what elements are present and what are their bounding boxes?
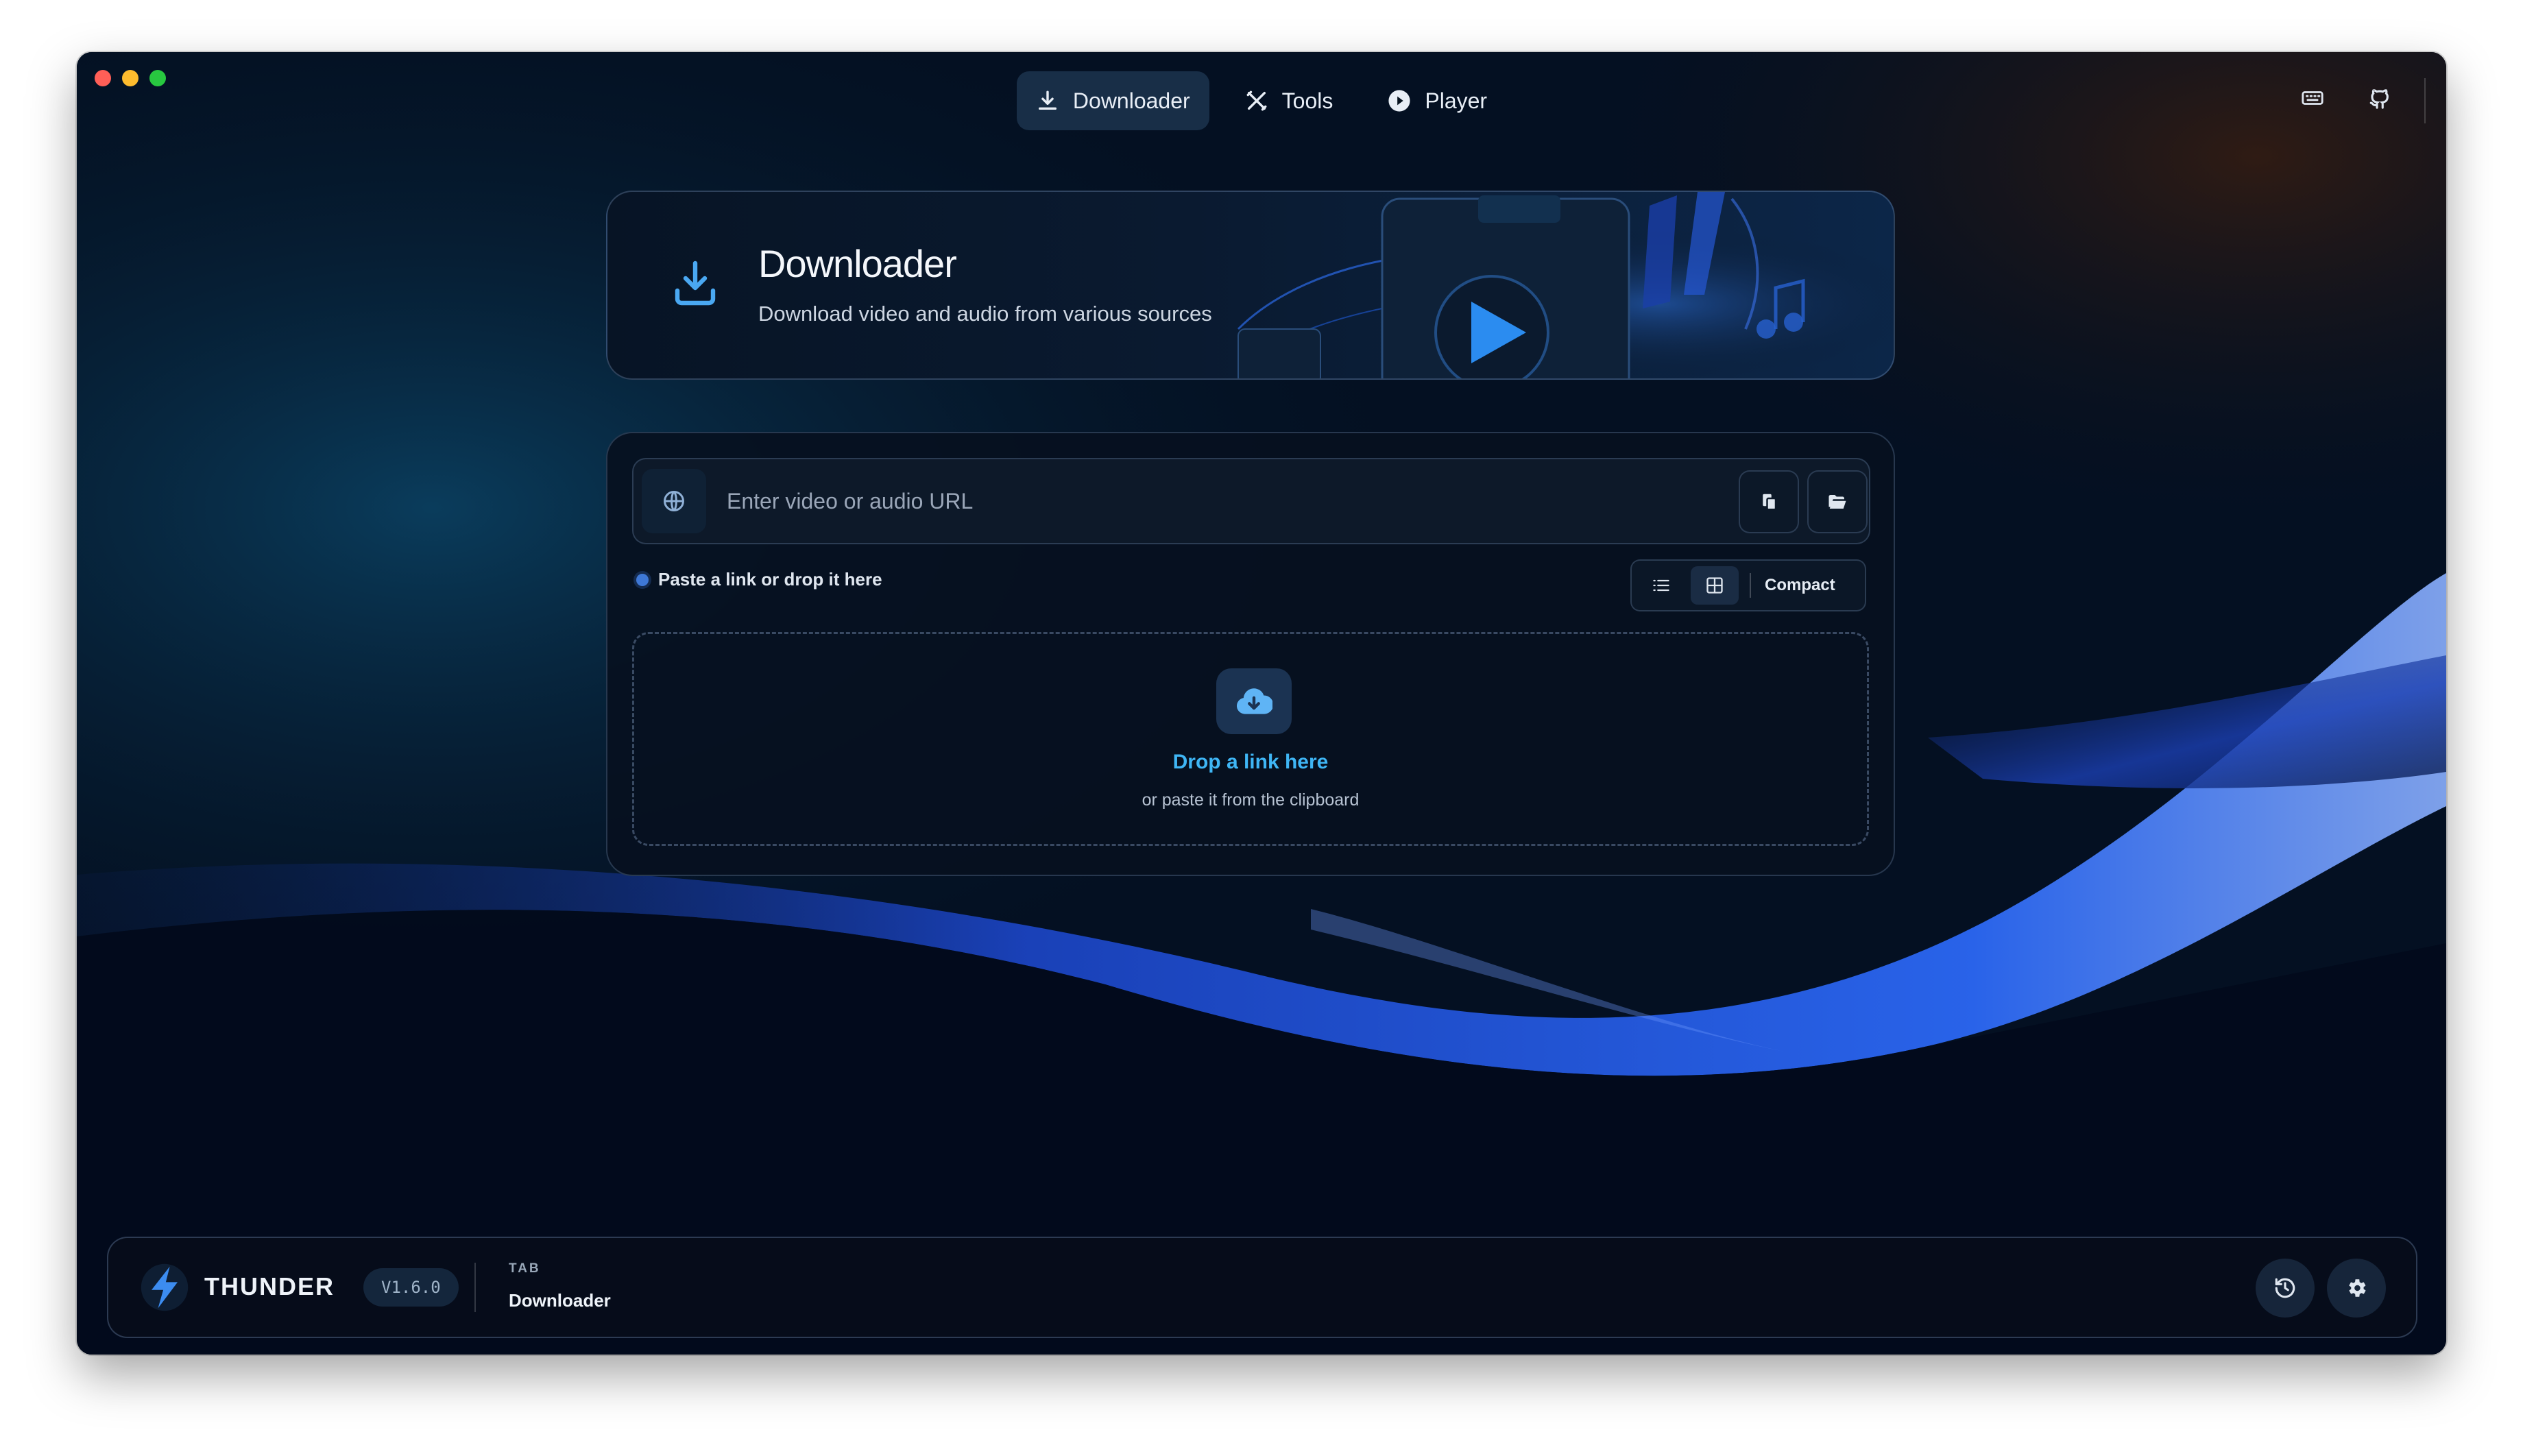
tools-icon xyxy=(1246,90,1267,111)
downloader-hero-card: Downloader Download video and audio from… xyxy=(606,191,1895,380)
history-button[interactable] xyxy=(2256,1259,2315,1318)
paste-button[interactable] xyxy=(1739,470,1799,533)
top-navigation: Downloader Tools Player xyxy=(77,71,2446,130)
tab-downloader-label: Downloader xyxy=(1072,88,1190,113)
paste-hint-text: Paste a link or drop it here xyxy=(658,569,882,590)
tab-player-label: Player xyxy=(1425,88,1488,113)
play-circle-icon xyxy=(1388,90,1410,112)
current-tab-caption: TAB xyxy=(509,1261,541,1276)
view-toggle-divider xyxy=(1750,573,1751,598)
tab-player[interactable]: Player xyxy=(1368,71,1506,130)
grid-view-button[interactable] xyxy=(1691,566,1739,605)
status-dot xyxy=(636,573,649,586)
list-view-button[interactable] xyxy=(1637,566,1685,605)
compact-toggle[interactable]: Compact xyxy=(1765,576,1835,595)
current-tab-name: Downloader xyxy=(509,1290,611,1311)
drop-zone[interactable]: Drop a link here or paste it from the cl… xyxy=(632,632,1869,846)
globe-icon-container xyxy=(642,469,706,533)
list-view-icon xyxy=(1653,579,1669,592)
url-bar xyxy=(632,458,1870,544)
url-input[interactable] xyxy=(727,459,1687,543)
globe-icon xyxy=(664,491,684,511)
top-right-actions xyxy=(2301,86,2391,110)
tab-downloader[interactable]: Downloader xyxy=(1016,71,1209,130)
thunder-logo-icon xyxy=(141,1263,189,1311)
downloader-panel: Paste a link or drop it here Compact Dro… xyxy=(606,432,1895,876)
view-toggle: Compact xyxy=(1630,559,1866,611)
history-icon xyxy=(2275,1278,2295,1298)
version-badge: V1.6.0 xyxy=(363,1268,459,1307)
folder-open-icon xyxy=(1828,495,1846,509)
hero-download-icon xyxy=(675,260,716,306)
settings-button[interactable] xyxy=(2327,1259,2386,1318)
status-footer: THUNDER V1.6.0 TAB Downloader xyxy=(107,1237,2417,1338)
paste-hint: Paste a link or drop it here xyxy=(636,569,882,590)
download-icon xyxy=(1038,90,1057,110)
gear-icon xyxy=(2349,1279,2366,1297)
hero-subtitle: Download video and audio from various so… xyxy=(758,302,1212,326)
drop-zone-subtitle: or paste it from the clipboard xyxy=(1142,790,1360,810)
app-window: Downloader Tools Player Downloader Downl… xyxy=(77,52,2446,1355)
github-icon[interactable] xyxy=(2368,86,2391,110)
top-right-divider xyxy=(2424,78,2426,123)
tab-tools[interactable]: Tools xyxy=(1226,71,1353,130)
grid-view-icon xyxy=(1706,577,1723,594)
open-folder-button[interactable] xyxy=(1807,470,1868,533)
cloud-download-icon-container xyxy=(1216,668,1292,734)
footer-divider xyxy=(474,1263,476,1312)
brand-name: THUNDER xyxy=(204,1272,335,1300)
drop-zone-title: Drop a link here xyxy=(1172,751,1329,773)
tab-tools-label: Tools xyxy=(1281,88,1333,113)
cloud-download-icon xyxy=(1236,688,1272,714)
clipboard-icon xyxy=(1763,494,1777,511)
hero-title: Downloader xyxy=(758,242,957,285)
keyboard-icon[interactable] xyxy=(2301,86,2324,110)
